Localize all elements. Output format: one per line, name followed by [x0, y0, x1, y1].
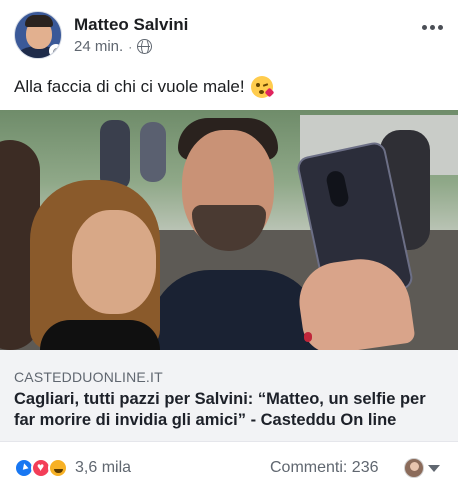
reactions-summary[interactable]: 3,6 mila [14, 458, 131, 478]
avatar-badge-icon [49, 44, 61, 58]
emoji-lips [258, 90, 264, 94]
photo-woman-body [40, 320, 160, 350]
comments-count-link[interactable]: Commenti: 236 [270, 459, 379, 477]
emoji-eye [255, 83, 260, 87]
photo-woman-face [72, 210, 156, 314]
emoji-heart [264, 87, 274, 98]
link-domain: CASTEDDUONLINE.IT [14, 369, 163, 385]
emoji-wink [262, 83, 268, 87]
link-preview-caption[interactable]: CASTEDDUONLINE.IT Cagliari, tutti pazzi … [0, 350, 458, 442]
post-header: Matteo Salvini 24 min. · [0, 0, 458, 64]
post-meta: 24 min. · [74, 38, 153, 55]
haha-icon [48, 458, 68, 478]
post-message: Alla faccia di chi ci vuole male! [14, 76, 274, 98]
photo-nail [304, 332, 312, 342]
meta-separator: · [128, 39, 133, 54]
author-name[interactable]: Matteo Salvini [74, 15, 188, 35]
dot-icon [437, 24, 443, 30]
photo-bystander [140, 122, 166, 182]
globe-icon[interactable] [137, 39, 153, 55]
link-preview-image[interactable] [0, 110, 458, 350]
photo-man-body [150, 270, 320, 350]
author-avatar[interactable] [14, 11, 62, 59]
avatar-hair [25, 15, 53, 27]
link-title[interactable]: Cagliari, tutti pazzi per Salvini: “Matt… [14, 389, 450, 431]
kissing-heart-emoji-icon [250, 76, 274, 98]
dot-icon [421, 24, 427, 30]
reactions-count: 3,6 mila [75, 459, 132, 476]
chevron-down-icon[interactable] [428, 465, 440, 472]
viewer-avatar[interactable] [404, 458, 424, 478]
post-time[interactable]: 24 min. [74, 38, 123, 55]
dot-icon [429, 24, 435, 30]
more-options-icon[interactable] [420, 18, 444, 36]
post-footer: 3,6 mila Commenti: 236 [0, 442, 458, 500]
post-message-text: Alla faccia di chi ci vuole male! [14, 77, 245, 96]
